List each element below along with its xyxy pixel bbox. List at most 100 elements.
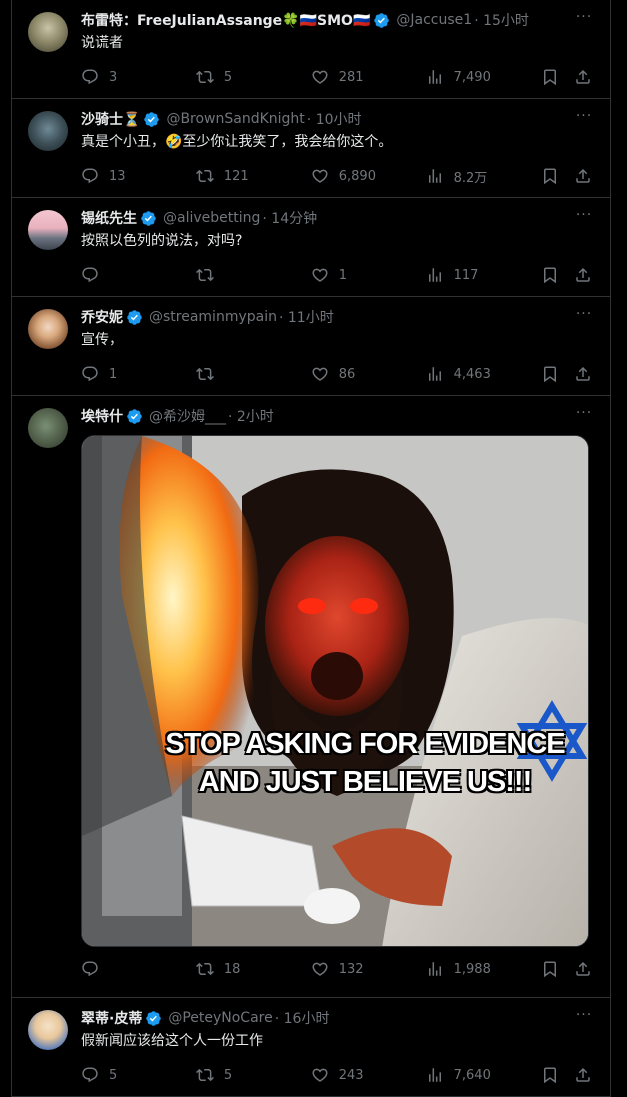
retweet-count: 5 [223, 69, 233, 85]
timestamp[interactable]: · 16小时 [275, 1008, 330, 1028]
bookmark-button[interactable] [541, 960, 575, 978]
timestamp[interactable]: · 14分钟 [262, 208, 317, 228]
reply-button[interactable] [81, 960, 196, 978]
display-name[interactable]: 埃特什 [81, 406, 123, 426]
bookmark-icon [541, 167, 559, 185]
bookmark-icon [541, 266, 559, 284]
retweet-icon [196, 167, 214, 185]
like-button[interactable]: 1 [311, 266, 426, 284]
user-handle[interactable]: @streaminmypain [149, 309, 277, 325]
avatar[interactable] [28, 111, 68, 151]
user-handle[interactable]: @PeteyNoCare [168, 1010, 272, 1026]
share-button[interactable] [574, 365, 594, 383]
user-handle[interactable]: @BrownSandKnight [166, 111, 304, 127]
avatar[interactable] [28, 210, 68, 250]
retweet-button[interactable]: 121 [196, 167, 311, 185]
views-icon [426, 365, 444, 383]
timestamp[interactable]: · 11小时 [279, 307, 334, 327]
more-icon[interactable]: ··· [574, 208, 594, 226]
bookmark-button[interactable] [541, 266, 575, 284]
like-icon [311, 68, 329, 86]
display-name[interactable]: 翠蒂·皮蒂 [81, 1008, 142, 1028]
like-button[interactable]: 6,890 [311, 167, 426, 185]
like-button[interactable]: 281 [311, 68, 426, 86]
like-button[interactable]: 132 [311, 960, 426, 978]
retweet-button[interactable]: 5 [196, 1066, 311, 1084]
retweet-button[interactable] [196, 365, 311, 383]
bookmark-icon [541, 68, 559, 86]
tweet[interactable]: ··· 布雷特：FreeJulianAssange🍀🇷🇺SMO🇷🇺 @Jaccu… [12, 0, 610, 99]
user-handle[interactable]: @Jaccuse1 [396, 12, 472, 28]
retweet-button[interactable]: 5 [196, 68, 311, 86]
verified-badge-icon [145, 1010, 162, 1027]
reply-button[interactable]: 1 [81, 365, 196, 383]
timestamp[interactable]: · 15小时 [474, 10, 529, 30]
share-button[interactable] [574, 68, 594, 86]
reply-button[interactable]: 5 [81, 1066, 196, 1084]
timestamp[interactable]: · 10小时 [307, 109, 362, 129]
reply-button[interactable]: 13 [81, 167, 196, 185]
tweet[interactable]: ··· 沙骑士⏳ @BrownSandKnight · 10小时 真是个小丑，🤣… [12, 99, 610, 198]
like-count: 132 [338, 961, 364, 977]
views-button[interactable]: 7,490 [426, 68, 541, 86]
like-count: 86 [338, 366, 356, 382]
views-button[interactable]: 7,640 [426, 1066, 541, 1084]
retweet-button[interactable] [196, 266, 311, 284]
bookmark-button[interactable] [541, 1066, 575, 1084]
share-icon [574, 365, 592, 383]
more-icon[interactable]: ··· [574, 109, 594, 127]
avatar[interactable] [28, 309, 68, 349]
bookmark-icon [541, 1066, 559, 1084]
reply-button[interactable]: 3 [81, 68, 196, 86]
retweet-icon [196, 68, 214, 86]
views-count: 117 [453, 267, 479, 283]
avatar[interactable] [28, 1010, 68, 1050]
like-icon [311, 960, 329, 978]
like-icon [311, 365, 329, 383]
more-icon[interactable]: ··· [574, 1008, 594, 1026]
bookmark-button[interactable] [541, 365, 575, 383]
meme-illustration [82, 436, 588, 946]
display-name[interactable]: 沙骑士⏳ [81, 109, 140, 129]
verified-badge-icon [140, 210, 157, 227]
share-button[interactable] [574, 266, 594, 284]
views-button[interactable]: 1,988 [426, 960, 541, 978]
views-icon [426, 960, 444, 978]
more-icon[interactable]: ··· [574, 10, 594, 28]
avatar[interactable] [28, 408, 68, 448]
more-icon[interactable]: ··· [574, 406, 594, 424]
share-button[interactable] [574, 960, 594, 978]
more-icon[interactable]: ··· [574, 307, 594, 325]
timestamp[interactable]: · 2小时 [228, 406, 274, 426]
reply-count: 5 [109, 1067, 118, 1083]
views-count: 8.2万 [453, 170, 488, 186]
views-button[interactable]: 4,463 [426, 365, 541, 383]
views-button[interactable]: 117 [426, 266, 541, 284]
bookmark-button[interactable] [541, 68, 575, 86]
tweet[interactable]: ··· 锡纸先生 @alivebetting · 14分钟 按照以色列的说法，对… [12, 198, 610, 297]
views-icon [426, 1066, 444, 1084]
display-name[interactable]: 锡纸先生 [81, 208, 137, 228]
bookmark-button[interactable] [541, 167, 575, 185]
user-handle[interactable]: @希沙姆___ [149, 406, 226, 426]
display-name[interactable]: 布雷特：FreeJulianAssange🍀🇷🇺SMO🇷🇺 [81, 10, 370, 30]
user-handle[interactable]: @alivebetting [163, 210, 260, 226]
avatar[interactable] [28, 12, 68, 52]
tweet[interactable]: ··· 翠蒂·皮蒂 @PeteyNoCare · 16小时 假新闻应该给这个人一… [12, 998, 610, 1097]
like-button[interactable]: 86 [311, 365, 426, 383]
share-button[interactable] [574, 1066, 594, 1084]
tweet-media-image[interactable]: STOP ASKING FOR EVIDENCE AND JUST BELIEV… [81, 435, 589, 947]
bookmark-icon [541, 960, 559, 978]
views-button[interactable]: 8.2万 [426, 167, 541, 186]
views-count: 4,463 [453, 366, 491, 382]
action-bar: 3 5 281 7,490 [81, 55, 594, 99]
action-bar: 5 5 243 7,640 [81, 1053, 594, 1097]
share-button[interactable] [574, 167, 594, 185]
like-button[interactable]: 243 [311, 1066, 426, 1084]
retweet-button[interactable]: 18 [196, 960, 311, 978]
tweet[interactable]: ··· 乔安妮 @streaminmypain · 11小时 宣传， 1 86 … [12, 297, 610, 396]
display-name[interactable]: 乔安妮 [81, 307, 123, 327]
reply-icon [81, 167, 99, 185]
reply-button[interactable] [81, 266, 196, 284]
tweet[interactable]: ··· 埃特什 @希沙姆___ · 2小时 STOP ASKING FOR EV… [12, 396, 610, 998]
